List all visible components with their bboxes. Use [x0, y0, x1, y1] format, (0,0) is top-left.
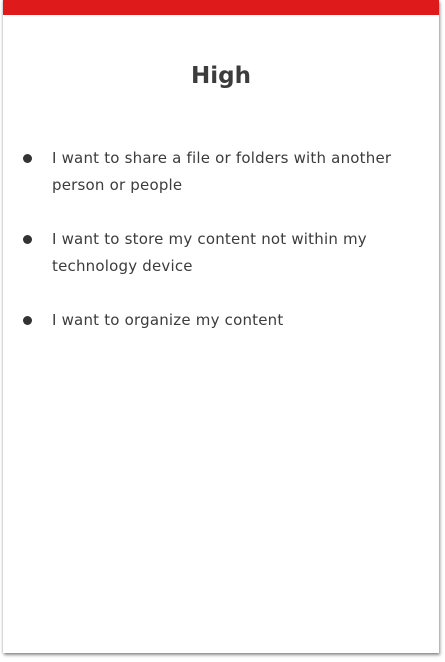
list-item: I want to store my content not within my… [3, 226, 439, 280]
list-item: I want to share a file or folders with a… [3, 145, 439, 199]
bullet-icon [23, 235, 32, 244]
list-item-text: I want to store my content not within my… [52, 230, 367, 275]
bullet-icon [23, 154, 32, 163]
bullet-icon [23, 316, 32, 325]
priority-card: High I want to share a file or folders w… [3, 0, 439, 653]
card-title: High [191, 63, 251, 89]
list-item-text: I want to share a file or folders with a… [52, 149, 392, 194]
card-header-bar [3, 0, 439, 15]
list-item: I want to organize my content [3, 307, 439, 334]
need-list: I want to share a file or folders with a… [3, 145, 439, 361]
list-item-text: I want to organize my content [52, 311, 284, 329]
